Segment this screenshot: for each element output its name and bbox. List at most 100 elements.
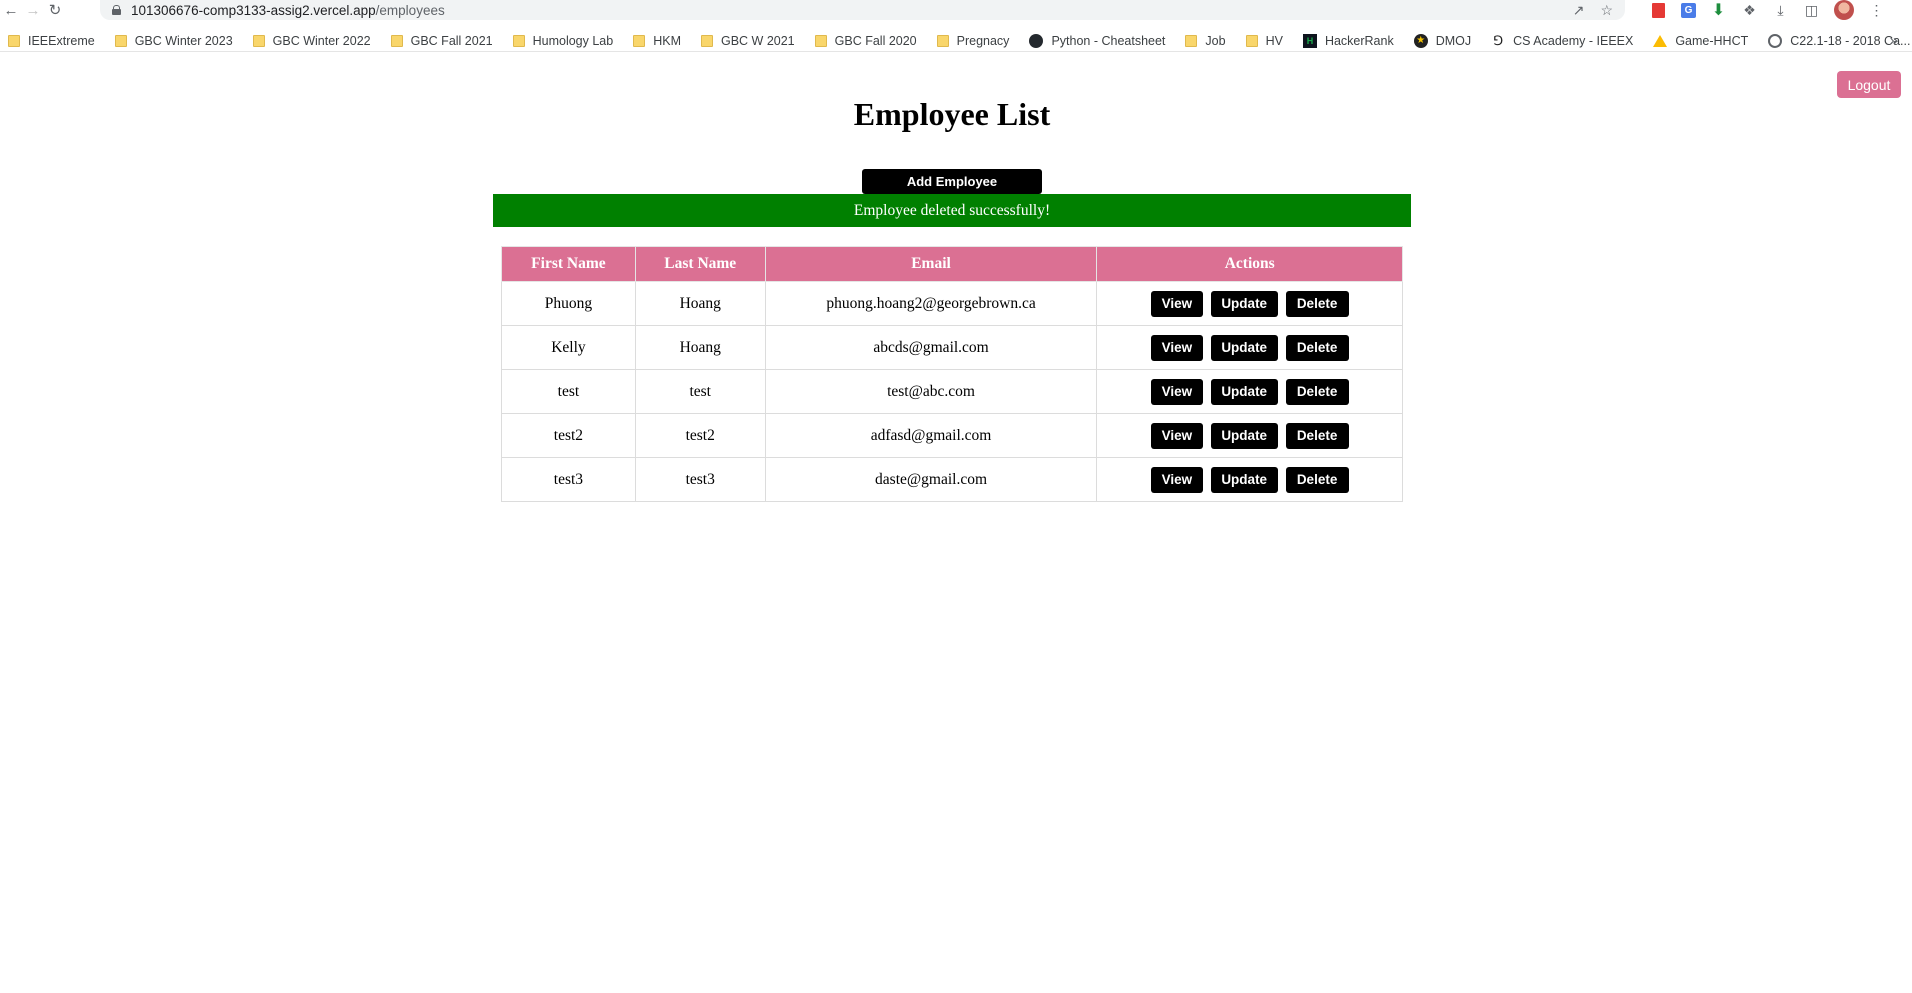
view-button[interactable]: View: [1150, 466, 1203, 493]
folder-icon: [390, 34, 403, 47]
bookmark-item[interactable]: GBC Winter 2022: [252, 34, 371, 48]
cell-email: abcds@gmail.com: [764, 325, 1098, 370]
delete-button[interactable]: Delete: [1285, 466, 1349, 493]
cell-first-name: Phuong: [501, 281, 636, 326]
header-actions: Actions: [1096, 246, 1403, 282]
view-button[interactable]: View: [1150, 290, 1203, 317]
update-button[interactable]: Update: [1210, 290, 1278, 317]
cell-first-name: Kelly: [501, 325, 636, 370]
star-icon[interactable]: ☆: [1600, 2, 1613, 19]
bookmark-item[interactable]: GBC Winter 2023: [114, 33, 233, 48]
cell-last-name: Hoang: [634, 325, 766, 370]
bookmark-label: Job: [1205, 33, 1226, 48]
folder-icon: [1185, 34, 1198, 47]
table-header-row: First Name Last Name Email Actions: [501, 246, 1403, 282]
bookmark-item[interactable]: Game-HHCT: [1653, 34, 1748, 48]
back-icon[interactable]: ←: [0, 0, 22, 20]
folder-icon: [8, 34, 20, 47]
bookmark-item[interactable]: GBC W 2021: [701, 34, 795, 48]
view-button[interactable]: View: [1150, 334, 1203, 361]
bookmark-label: DMOJ: [1435, 33, 1472, 48]
menu-kebab-icon[interactable]: ⋮: [1868, 2, 1885, 19]
bookmark-item[interactable]: HKM: [633, 34, 681, 48]
table-row: Phuong Hoang phuong.hoang2@georgebrown.c…: [501, 281, 1403, 326]
update-button[interactable]: Update: [1210, 334, 1278, 361]
bookmarks-bar: IEEExtreme GBC Winter 2023 GBC Winter 2022…: [0, 30, 1912, 52]
bookmark-label: GBC Fall 2020: [834, 33, 917, 48]
address-bar[interactable]: 101306676-comp3133-assig2.vercel.app/emp…: [100, 0, 1625, 20]
update-button[interactable]: Update: [1210, 422, 1278, 449]
drive-icon: [1653, 34, 1668, 47]
bookmark-label: HV: [1265, 33, 1283, 48]
bookmark-item[interactable]: ★ DMOJ: [1413, 33, 1472, 48]
folder-icon: [936, 34, 949, 47]
download-manager-icon[interactable]: ⬇: [1710, 2, 1727, 19]
bookmark-label: CS Academy - IEEEX: [1513, 33, 1634, 48]
update-button[interactable]: Update: [1210, 378, 1278, 405]
update-button[interactable]: Update: [1210, 466, 1278, 493]
folder-icon: [512, 34, 525, 47]
header-email: Email: [764, 246, 1098, 282]
cell-email: test@abc.com: [764, 369, 1098, 414]
url-path: /employees: [375, 2, 445, 18]
extensions-puzzle-icon[interactable]: ❖: [1741, 2, 1758, 19]
bookmark-item[interactable]: ⅁ CS Academy - IEEEX: [1491, 32, 1634, 48]
bookmark-item[interactable]: H HackerRank: [1302, 33, 1394, 48]
bookmark-label: Pregnacy: [956, 33, 1010, 48]
folder-icon: [252, 34, 265, 47]
browser-toolbar: ← → ↻ 101306676-comp3133-assig2.vercel.a…: [0, 0, 1912, 20]
folder-icon: [633, 34, 646, 47]
add-employee-button[interactable]: Add Employee: [862, 169, 1042, 194]
lock-icon: [112, 5, 121, 15]
page-title: Employee List: [853, 96, 1051, 132]
cell-first-name: test3: [501, 457, 636, 502]
bookmark-label: IEEExtreme: [28, 33, 95, 48]
forward-icon[interactable]: →: [22, 0, 44, 20]
bookmark-item[interactable]: IEEExtreme: [8, 34, 95, 48]
folder-icon: [814, 34, 827, 47]
bookmark-item[interactable]: Python - Cheatsheet: [1029, 33, 1166, 48]
delete-button[interactable]: Delete: [1285, 290, 1349, 317]
cell-actions: View Update Delete: [1096, 325, 1403, 370]
table-row: test3 test3 daste@gmail.com View Update …: [501, 457, 1403, 502]
bookmark-label: GBC Winter 2023: [134, 33, 233, 48]
header-first-name: First Name: [501, 246, 636, 282]
bookmark-item[interactable]: Pregnacy: [936, 33, 1010, 48]
share-icon[interactable]: ↗: [1573, 2, 1585, 19]
bookmark-label: Game-HHCT: [1675, 33, 1749, 48]
table-row: Kelly Hoang abcds@gmail.com View Update …: [501, 325, 1403, 370]
cell-last-name: test2: [634, 413, 766, 458]
cell-actions: View Update Delete: [1096, 369, 1403, 414]
delete-button[interactable]: Delete: [1285, 334, 1349, 361]
reload-icon[interactable]: ↻: [44, 0, 66, 20]
bookmark-label: Python - Cheatsheet: [1051, 33, 1166, 48]
bookmarks-overflow-icon[interactable]: »: [1890, 32, 1898, 49]
csacademy-icon: ⅁: [1493, 32, 1504, 48]
bookmark-label: HKM: [653, 33, 681, 48]
bookmark-item[interactable]: Humology Lab: [512, 33, 614, 48]
extension-red-icon[interactable]: [1650, 2, 1667, 19]
bookmark-item[interactable]: GBC Fall 2020: [814, 33, 917, 48]
logout-button[interactable]: Logout: [1837, 71, 1901, 98]
delete-button[interactable]: Delete: [1285, 422, 1349, 449]
cell-email: adfasd@gmail.com: [764, 413, 1098, 458]
view-button[interactable]: View: [1150, 422, 1203, 449]
translate-icon[interactable]: G: [1681, 2, 1696, 18]
bookmark-item[interactable]: HV: [1245, 33, 1283, 48]
table-row: test test test@abc.com View Update Delet…: [501, 369, 1403, 414]
downloads-icon[interactable]: ⤓: [1772, 2, 1789, 19]
bookmark-item[interactable]: GBC Fall 2021: [390, 34, 493, 48]
globe-icon: [1768, 33, 1783, 48]
cell-email: daste@gmail.com: [764, 457, 1098, 502]
profile-avatar[interactable]: [1834, 0, 1854, 20]
cell-last-name: test: [634, 369, 766, 414]
side-panel-icon[interactable]: ◫: [1803, 2, 1820, 19]
bookmark-item[interactable]: Job: [1185, 33, 1226, 48]
bookmark-label: Humology Lab: [532, 33, 614, 48]
dmoj-icon: ★: [1413, 33, 1428, 48]
url-host: 101306676-comp3133-assig2.vercel.app: [131, 2, 376, 18]
cell-first-name: test: [501, 369, 636, 414]
view-button[interactable]: View: [1150, 378, 1203, 405]
delete-button[interactable]: Delete: [1285, 378, 1349, 405]
cell-first-name: test2: [501, 413, 636, 458]
